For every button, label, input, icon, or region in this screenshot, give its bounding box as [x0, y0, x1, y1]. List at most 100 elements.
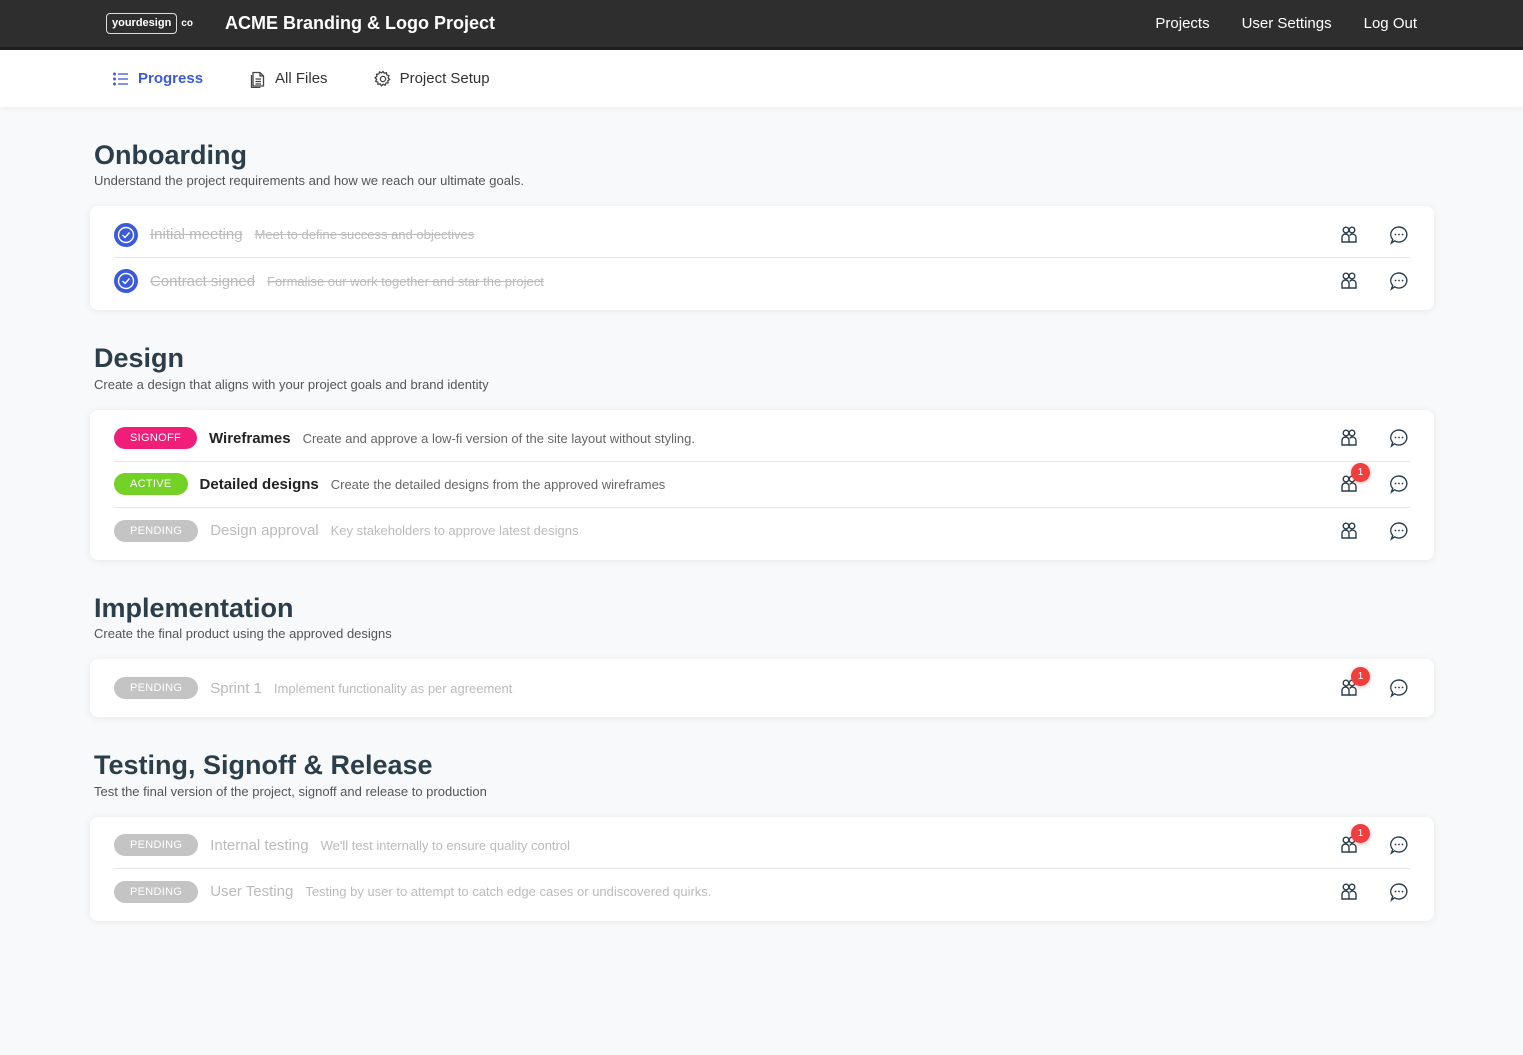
tab-label: Project Setup — [399, 70, 490, 87]
section-title: Testing, Signoff & Release — [94, 750, 433, 781]
task-list: SIGNOFF Wireframes Create and approve a lo… — [90, 409, 1434, 560]
task-actions — [1338, 224, 1410, 246]
chat-bubble-icon — [1390, 475, 1408, 495]
tab-label: Progress — [138, 70, 204, 87]
task-list: PENDING Internal testing We'll test intern… — [90, 816, 1434, 921]
task-description: Create the detailed designs from the app… — [330, 476, 666, 492]
section-description: Create a design that aligns with your pr… — [94, 376, 489, 392]
file-icon — [250, 71, 265, 88]
phase-section: Onboarding Understand the project requir… — [90, 139, 1434, 311]
task-row[interactable]: PENDING Design approval Key stakeholders t… — [114, 508, 1410, 554]
users-icon — [1341, 883, 1357, 900]
comments-button[interactable] — [1388, 427, 1410, 449]
comments-button[interactable] — [1388, 677, 1410, 699]
task-row[interactable]: Initial meeting Meet to define success an… — [114, 212, 1410, 259]
task-description: Implement functionality as per agreement — [273, 680, 513, 696]
comments-button[interactable] — [1388, 834, 1410, 856]
task-description: Formalise our work together and star the… — [267, 273, 544, 289]
users-icon — [1341, 429, 1357, 446]
task-name[interactable]: Internal testing — [210, 837, 308, 854]
users-icon — [1341, 522, 1357, 539]
task-row[interactable]: PENDING User Testing Testing by user to at… — [114, 869, 1410, 915]
task-row[interactable]: SIGNOFF Wireframes Create and approve a lo… — [114, 416, 1410, 462]
chat-bubble-icon — [1390, 679, 1408, 699]
team-members-button[interactable]: 1 — [1338, 463, 1370, 495]
comments-button[interactable] — [1388, 224, 1410, 246]
task-row[interactable]: PENDING Sprint 1 Implement functionality a… — [114, 665, 1410, 711]
task-row[interactable]: Contract signed Formalise our work togeth… — [114, 258, 1410, 304]
status-badge: SIGNOFF — [114, 427, 197, 450]
tab-progress[interactable]: Progress — [112, 70, 203, 88]
task-actions — [1338, 270, 1410, 292]
top-bar: yourdesign co ACME Branding & Logo Proje… — [0, 0, 1523, 50]
task-row[interactable]: ACTIVE Detailed designs Create the detaile… — [114, 462, 1410, 508]
status-badge: PENDING — [114, 677, 199, 700]
task-name[interactable]: Sprint 1 — [210, 680, 262, 697]
team-members-button[interactable] — [1338, 270, 1360, 292]
task-name[interactable]: Detailed designs — [200, 476, 319, 493]
gear-icon — [373, 70, 391, 87]
task-description: Meet to define success and objectives — [254, 227, 475, 243]
section-description: Test the final version of the project, s… — [94, 783, 487, 799]
tab-all-files[interactable]: All Files — [249, 70, 328, 88]
comments-button[interactable] — [1388, 881, 1410, 903]
section-title: Onboarding — [94, 140, 247, 170]
status-badge: ACTIVE — [114, 473, 188, 496]
chat-bubble-icon — [1390, 272, 1408, 292]
task-actions: 1 — [1338, 824, 1410, 856]
notification-badge: 1 — [1351, 667, 1370, 687]
task-name[interactable]: Contract signed — [150, 273, 255, 290]
status-badge: PENDING — [114, 880, 199, 903]
task-name[interactable]: User Testing — [210, 883, 293, 900]
users-icon — [1341, 226, 1357, 243]
task-actions: 1 — [1338, 667, 1410, 699]
check-circle-icon[interactable] — [114, 222, 138, 247]
task-name[interactable]: Initial meeting — [150, 226, 243, 243]
phase-section: Implementation Create the final product … — [90, 592, 1434, 718]
tab-label: All Files — [275, 70, 328, 87]
comments-button[interactable] — [1388, 520, 1410, 542]
team-members-button[interactable] — [1338, 427, 1360, 449]
logo-text: yourdesign — [106, 12, 178, 35]
task-row[interactable]: PENDING Internal testing We'll test intern… — [114, 823, 1410, 869]
tab-project-setup[interactable]: Project Setup — [373, 70, 490, 88]
task-actions — [1338, 427, 1410, 449]
chat-bubble-icon — [1390, 226, 1408, 245]
list-icon — [113, 72, 128, 85]
section-title: Implementation — [94, 592, 294, 623]
nav-projects[interactable]: Projects — [1155, 15, 1209, 32]
logo[interactable]: yourdesign co — [106, 12, 193, 35]
task-description: Key stakeholders to approve latest desig… — [330, 523, 579, 539]
task-name[interactable]: Wireframes — [209, 430, 291, 447]
team-members-button[interactable] — [1338, 224, 1360, 246]
section-title: Design — [94, 343, 185, 374]
project-title: ACME Branding & Logo Project — [224, 13, 495, 33]
main-content: Onboarding Understand the project requir… — [0, 107, 1523, 921]
chat-bubble-icon — [1390, 522, 1408, 541]
team-members-button[interactable]: 1 — [1338, 824, 1370, 856]
status-badge: PENDING — [114, 834, 199, 857]
chat-bubble-icon — [1390, 836, 1408, 855]
top-nav: Projects User Settings Log Out — [1155, 15, 1417, 32]
phase-section: Testing, Signoff & Release Test the fina… — [90, 749, 1434, 921]
notification-badge: 1 — [1351, 463, 1370, 483]
notification-badge: 1 — [1351, 824, 1370, 844]
task-description: We'll test internally to ensure quality … — [320, 837, 570, 853]
sub-nav: Progress All Files Project Setup — [0, 50, 1523, 107]
nav-user-settings[interactable]: User Settings — [1242, 15, 1332, 32]
section-description: Understand the project requirements and … — [94, 173, 524, 189]
chat-bubble-icon — [1390, 429, 1408, 449]
task-description: Create and approve a low-fi version of t… — [302, 430, 695, 446]
comments-button[interactable] — [1388, 473, 1410, 495]
team-members-button[interactable] — [1338, 520, 1360, 542]
nav-log-out[interactable]: Log Out — [1364, 15, 1417, 32]
section-description: Create the final product using the appro… — [94, 626, 392, 642]
task-name[interactable]: Design approval — [210, 522, 318, 539]
users-icon — [1341, 272, 1357, 290]
team-members-button[interactable]: 1 — [1338, 667, 1370, 699]
status-badge: PENDING — [114, 519, 199, 542]
comments-button[interactable] — [1388, 270, 1410, 292]
check-circle-icon[interactable] — [114, 269, 138, 294]
team-members-button[interactable] — [1338, 881, 1360, 903]
task-description: Testing by user to attempt to catch edge… — [305, 884, 712, 900]
